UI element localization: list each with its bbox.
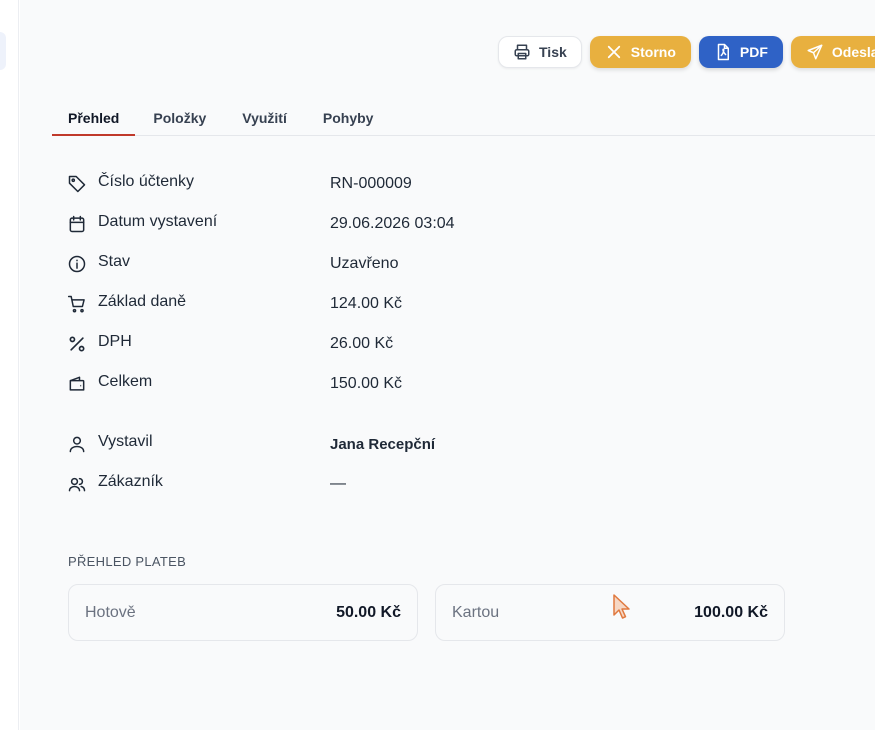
percent-icon [69, 336, 85, 352]
detail-label: Celkem [98, 373, 153, 390]
close-icon [607, 45, 620, 59]
receipt-details: Číslo účtenky RN-000009 Datum vystavení … [66, 164, 766, 504]
tag-icon [68, 175, 86, 193]
tab-label: Pohyby [322, 110, 374, 126]
sidebar-active-item[interactable] [0, 32, 6, 70]
payment-label: Hotově [85, 603, 136, 621]
users-icon [68, 477, 86, 492]
payments-cards: Hotově 50.00 Kč Kartou 100.00 Kč [68, 584, 785, 641]
storno-button[interactable]: Storno [589, 36, 691, 68]
detail-value: RN-000009 [330, 175, 412, 192]
send-button[interactable]: Odesla [790, 36, 875, 68]
payment-value: 100.00 Kč [694, 603, 768, 621]
send-icon [807, 44, 823, 60]
calendar-icon [69, 215, 85, 233]
detail-row-issue-date: Datum vystavení 29.06.2026 03:04 [66, 204, 766, 244]
toolbar: Tisk Storno PDF Odesla [498, 36, 875, 68]
detail-label: Základ daně [98, 293, 187, 310]
payments-section-title: PŘEHLED PLATEB [68, 554, 187, 569]
tab-prehled[interactable]: Přehled [52, 101, 136, 136]
detail-value: 29.06.2026 03:04 [330, 215, 455, 232]
detail-value: — [330, 475, 346, 492]
detail-value: 124.00 Kč [330, 295, 403, 312]
pdf-label: PDF [739, 44, 768, 60]
detail-value: 26.00 Kč [330, 335, 394, 352]
wallet-icon [69, 376, 85, 391]
detail-value: 150.00 Kč [330, 375, 403, 392]
cart-icon [67, 295, 85, 313]
detail-row-customer: Zákazník — [66, 464, 766, 504]
storno-label: Storno [630, 44, 676, 60]
detail-label: DPH [98, 333, 132, 350]
detail-row-vat: DPH 26.00 Kč [66, 324, 766, 364]
tab-label: Využití [242, 110, 287, 126]
tab-pohyby[interactable]: Pohyby [305, 101, 392, 135]
tab-label: Položky [153, 110, 207, 126]
detail-row-receipt-number: Číslo účtenky RN-000009 [66, 164, 766, 204]
left-rail [0, 0, 19, 730]
user-icon [69, 436, 85, 453]
detail-row-status: Stav Uzavřeno [66, 244, 766, 284]
pdf-button[interactable]: PDF [698, 36, 783, 68]
detail-value: Jana Recepční [330, 435, 436, 453]
tab-polozky[interactable]: Položky [135, 101, 224, 135]
tab-vyuziti[interactable]: Využití [224, 101, 305, 135]
detail-row-total: Celkem 150.00 Kč [66, 364, 766, 404]
detail-label: Datum vystavení [98, 213, 218, 230]
payment-card-cash: Hotově 50.00 Kč [68, 584, 418, 641]
mouse-cursor-icon [613, 594, 630, 619]
send-label: Odesla [831, 44, 875, 60]
detail-label: Stav [98, 253, 131, 270]
detail-value: Uzavřeno [330, 255, 399, 272]
file-pdf-icon [717, 43, 729, 61]
tab-bar: Přehled Položky Využití Pohyby [52, 101, 875, 136]
print-button[interactable]: Tisk [498, 36, 582, 68]
detail-label: Číslo účtenky [98, 173, 195, 190]
detail-row-tax-base: Základ daně 124.00 Kč [66, 284, 766, 324]
payment-card-card: Kartou 100.00 Kč [435, 584, 785, 641]
payment-label: Kartou [452, 603, 500, 621]
detail-label: Zákazník [98, 473, 163, 490]
payment-value: 50.00 Kč [336, 603, 401, 621]
printer-icon [514, 44, 530, 60]
tab-label: Přehled [68, 110, 120, 126]
print-label: Tisk [539, 44, 567, 60]
detail-row-issued-by: Vystavil Jana Recepční [66, 424, 766, 464]
main-content: Tisk Storno PDF Odesla Přehled Položky V… [20, 0, 875, 730]
detail-label: Vystavil [98, 433, 153, 450]
info-icon [68, 255, 86, 273]
